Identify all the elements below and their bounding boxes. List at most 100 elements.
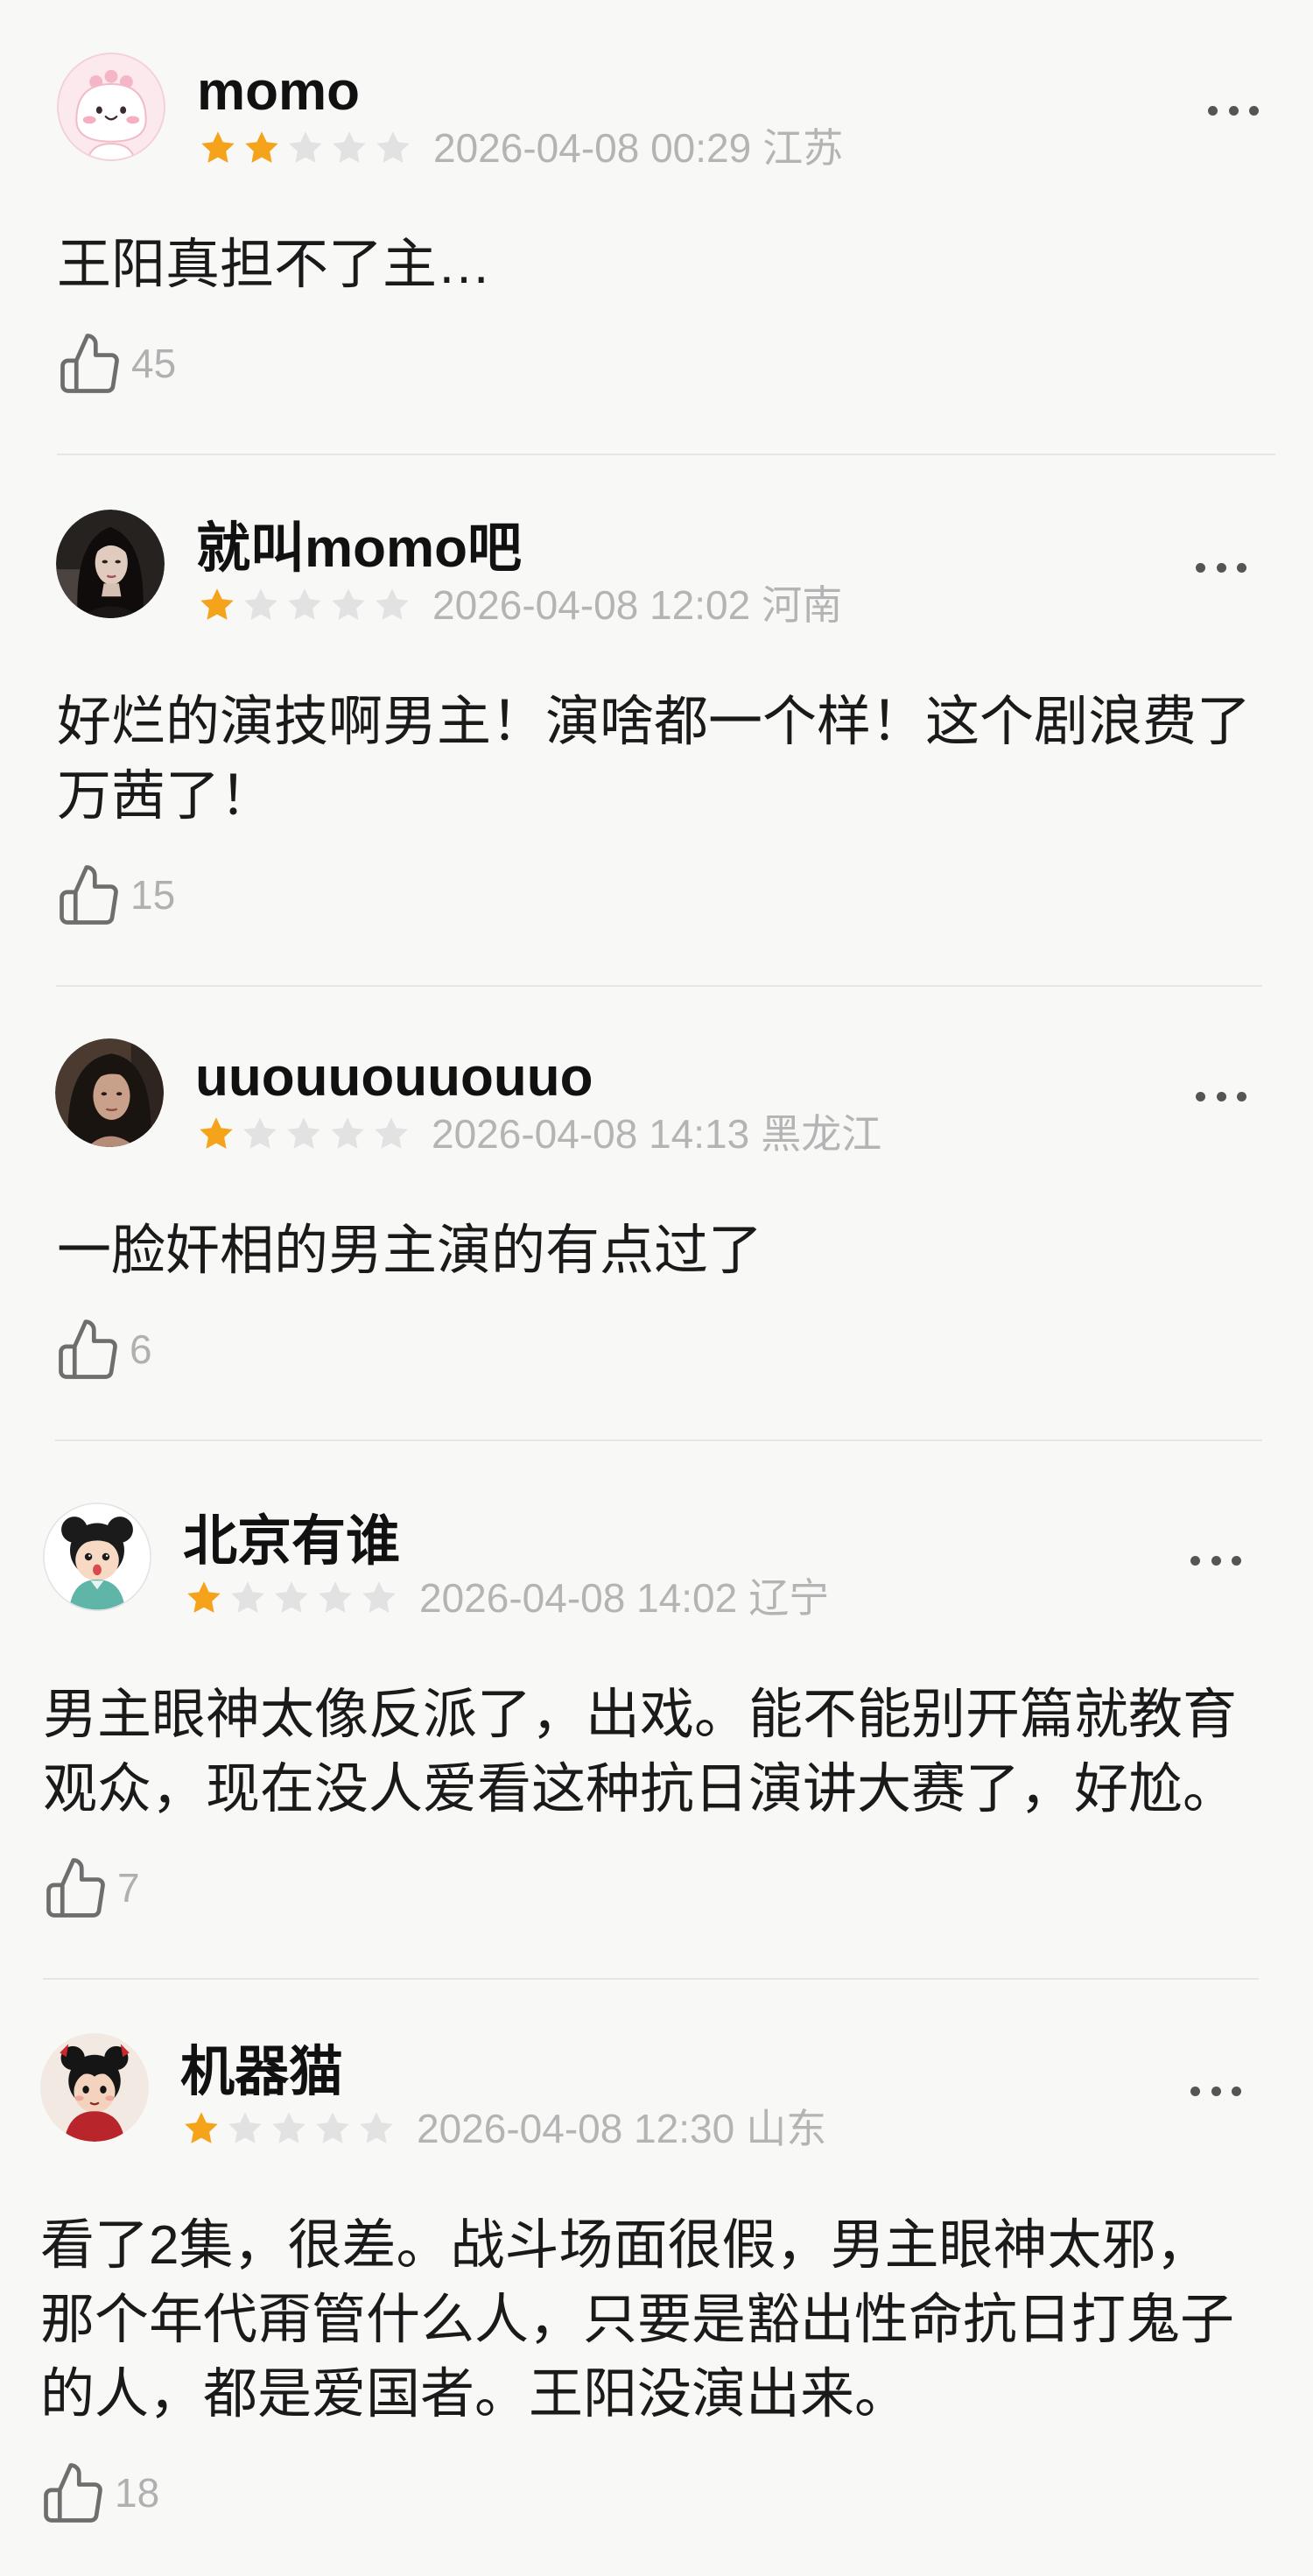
comment-meta: 2026-04-08 14:02 辽宁 <box>185 1578 829 1618</box>
comment-text-line: 那个年代甭管什么人，只要是豁出性命抗日打鬼子 <box>40 2290 1235 2350</box>
thumbs-up-icon <box>60 334 120 393</box>
like-count: 6 <box>130 1327 152 1372</box>
star-rating <box>185 1579 398 1617</box>
comment-text: 看了2集，很差。战斗场面很假，男主眼神太邪， 那个年代甭管什么人，只要是豁出性命… <box>40 2208 1234 2432</box>
comment-text-line: 好烂的演技啊男主！演啥都一个样！这个剧浪费了 <box>57 692 1252 752</box>
like-button[interactable]: 45 <box>60 334 176 393</box>
star-icon <box>185 1579 223 1617</box>
avatar[interactable] <box>56 510 165 618</box>
star-icon <box>199 129 237 167</box>
more-dots-icon <box>1190 1555 1241 1566</box>
more-dots-icon <box>1208 105 1259 116</box>
avatar[interactable] <box>57 53 165 161</box>
star-icon <box>242 129 281 167</box>
comment-text: 王阳真担不了主… <box>57 228 491 302</box>
star-icon <box>272 1579 311 1617</box>
comment-date: 2026-04-08 12:30 <box>417 2106 735 2151</box>
like-count: 15 <box>130 872 176 918</box>
comment-text: 一脸奸相的男主演的有点过了 <box>57 1214 762 1288</box>
like-button[interactable]: 15 <box>60 865 175 925</box>
comment-text-line: 万茜了！ <box>57 766 275 827</box>
divider <box>56 985 1262 987</box>
more-dots-icon <box>1196 562 1246 573</box>
comment-item: 就叫momo吧 2026-04-08 12:02 河南 好烂的演技啊男主！演啥都… <box>0 510 1313 1052</box>
star-rating <box>182 2109 396 2148</box>
comment-meta: 2026-04-08 12:30 山东 <box>182 2108 826 2149</box>
like-count: 45 <box>131 341 177 386</box>
star-rating <box>199 129 412 167</box>
more-button[interactable] <box>1196 550 1246 585</box>
comment-text-line: 一脸奸相的男主演的有点过了 <box>57 1221 763 1281</box>
comment-item: uuouuouuouuo 2026-04-08 14:13 黑龙江 一脸奸相的男… <box>0 1038 1313 1581</box>
more-button[interactable] <box>1208 93 1259 128</box>
star-icon <box>182 2109 221 2148</box>
comment-text-line: 看了2集，很差。战斗场面很假，男主眼神太邪， <box>40 2215 1211 2276</box>
star-icon <box>286 129 325 167</box>
like-count: 18 <box>115 2470 160 2516</box>
star-icon <box>226 2109 264 2148</box>
username[interactable]: 北京有谁 <box>183 1515 400 1569</box>
comment-item: 机器猫 2026-04-08 12:30 山东 看了2集，很差。战斗场面很假，男… <box>0 2033 1313 2576</box>
avatar[interactable] <box>40 2033 149 2142</box>
divider <box>55 1439 1262 1441</box>
comment-location: 河南 <box>762 582 843 628</box>
star-rating <box>197 1115 411 1153</box>
star-icon <box>242 586 280 624</box>
username[interactable]: 机器猫 <box>180 2045 343 2100</box>
thumbs-up-icon <box>46 1858 106 1918</box>
more-dots-icon <box>1196 1091 1246 1101</box>
divider <box>57 454 1275 455</box>
comment-meta: 2026-04-08 12:02 河南 <box>198 585 842 625</box>
comment-date: 2026-04-08 14:13 <box>432 1111 750 1157</box>
avatar[interactable] <box>55 1038 164 1147</box>
thumbs-up-icon <box>59 1320 118 1379</box>
comment-text-line: 王阳真担不了主… <box>57 235 492 295</box>
thumbs-up-icon <box>60 865 119 925</box>
comment-location: 辽宁 <box>748 1575 830 1621</box>
more-dots-icon <box>1190 2086 1241 2096</box>
comment-item: 北京有谁 2026-04-08 14:02 辽宁 男主眼神太像反派了，出戏。能不… <box>0 1503 1313 2045</box>
star-icon <box>284 1115 323 1153</box>
star-icon <box>197 1115 235 1153</box>
star-icon <box>270 2109 308 2148</box>
more-button[interactable] <box>1190 1543 1241 1578</box>
username[interactable]: 就叫momo吧 <box>196 522 522 576</box>
username[interactable]: uuouuouuouuo <box>195 1051 593 1105</box>
more-button[interactable] <box>1196 1079 1246 1114</box>
username[interactable]: momo <box>197 65 360 119</box>
star-icon <box>198 586 236 624</box>
comment-meta: 2026-04-08 14:13 黑龙江 <box>197 1114 881 1154</box>
star-icon <box>328 1115 367 1153</box>
star-icon <box>329 586 368 624</box>
comment-location: 黑龙江 <box>761 1111 882 1157</box>
star-icon <box>373 586 411 624</box>
star-icon <box>372 1115 411 1153</box>
star-icon <box>313 2109 352 2148</box>
more-button[interactable] <box>1190 2073 1241 2108</box>
like-count: 7 <box>117 1865 140 1911</box>
star-icon <box>357 2109 396 2148</box>
star-icon <box>241 1115 279 1153</box>
star-icon <box>316 1579 355 1617</box>
comment-date: 2026-04-08 12:02 <box>432 582 751 628</box>
star-icon <box>360 1579 398 1617</box>
like-button[interactable]: 6 <box>59 1320 152 1379</box>
like-button[interactable]: 18 <box>44 2463 159 2523</box>
like-button[interactable]: 7 <box>46 1858 140 1918</box>
star-icon <box>330 129 369 167</box>
comment-date: 2026-04-08 14:02 <box>419 1575 738 1621</box>
avatar[interactable] <box>43 1503 151 1611</box>
star-icon <box>374 129 412 167</box>
comment-text: 男主眼神太像反派了，出戏。能不能别开篇就教育 观众，现在没人爱看这种抗日演讲大赛… <box>43 1678 1237 1826</box>
comment-date: 2026-04-08 00:29 <box>433 125 752 171</box>
thumbs-up-icon <box>44 2463 103 2523</box>
comment-text-line: 男主眼神太像反派了，出戏。能不能别开篇就教育 <box>43 1685 1238 1745</box>
comment-meta: 2026-04-08 00:29 江苏 <box>199 128 843 168</box>
star-icon <box>285 586 324 624</box>
star-icon <box>228 1579 267 1617</box>
comment-text: 好烂的演技啊男主！演啥都一个样！这个剧浪费了 万茜了！ <box>57 685 1251 834</box>
comment-text-line: 观众，现在没人爱看这种抗日演讲大赛了，好尬。 <box>43 1759 1238 1819</box>
divider <box>43 1978 1259 1980</box>
comment-location: 山东 <box>746 2106 827 2151</box>
comment-location: 江苏 <box>762 125 844 171</box>
